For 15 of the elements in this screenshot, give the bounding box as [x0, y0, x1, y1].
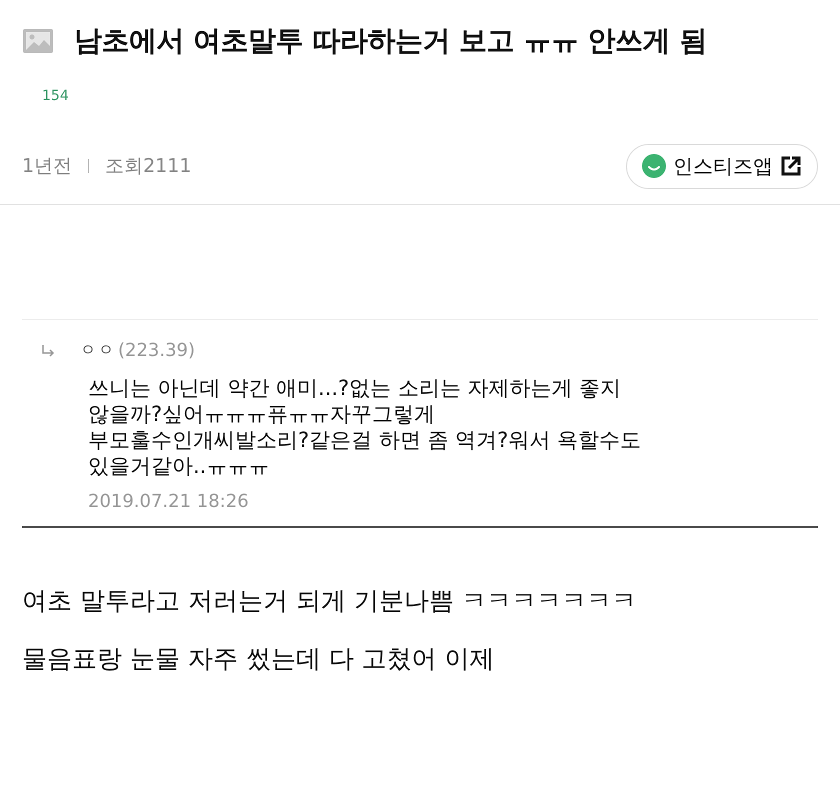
- image-icon: [22, 28, 54, 54]
- like-count: 154: [42, 88, 70, 104]
- post-time: 1년전: [22, 154, 72, 179]
- body-text: 여초 말투라고 저러는거 되게 기분나쁨 ㅋㅋㅋㅋㅋㅋㅋ: [22, 585, 638, 617]
- app-button[interactable]: 인스티즈앱: [626, 144, 818, 188]
- post-title: 남초에서 여초말투 따라하는거 보고 ㅠㅠ 안쓰게 됨: [74, 23, 707, 59]
- reply-arrow-icon: [40, 344, 56, 358]
- comment-date: 2019.07.21 18:26: [88, 491, 250, 512]
- external-link-icon: [779, 154, 803, 178]
- view-count: 조회2111: [105, 154, 192, 179]
- comment-ip: (223.39): [118, 340, 196, 361]
- comment-author: ㅇㅇ: [80, 340, 116, 361]
- comment-text: 쓰니는 아닌데 약간 애미...?없는 소리는 자제하는게 좋지 않을까?싶어ㅠㅠㅠ퓨ㅠㅠ자꾸그렇게 부모훌수인개씨발소리?같은걸 하면 좀 역겨?워서 욕할수도 있을거같아..ㅠㅠㅠ: [88, 375, 642, 479]
- body-text: 물음표랑 눈물 자주 썼는데 다 고쳤어 이제: [22, 643, 496, 675]
- smile-icon: [641, 153, 667, 179]
